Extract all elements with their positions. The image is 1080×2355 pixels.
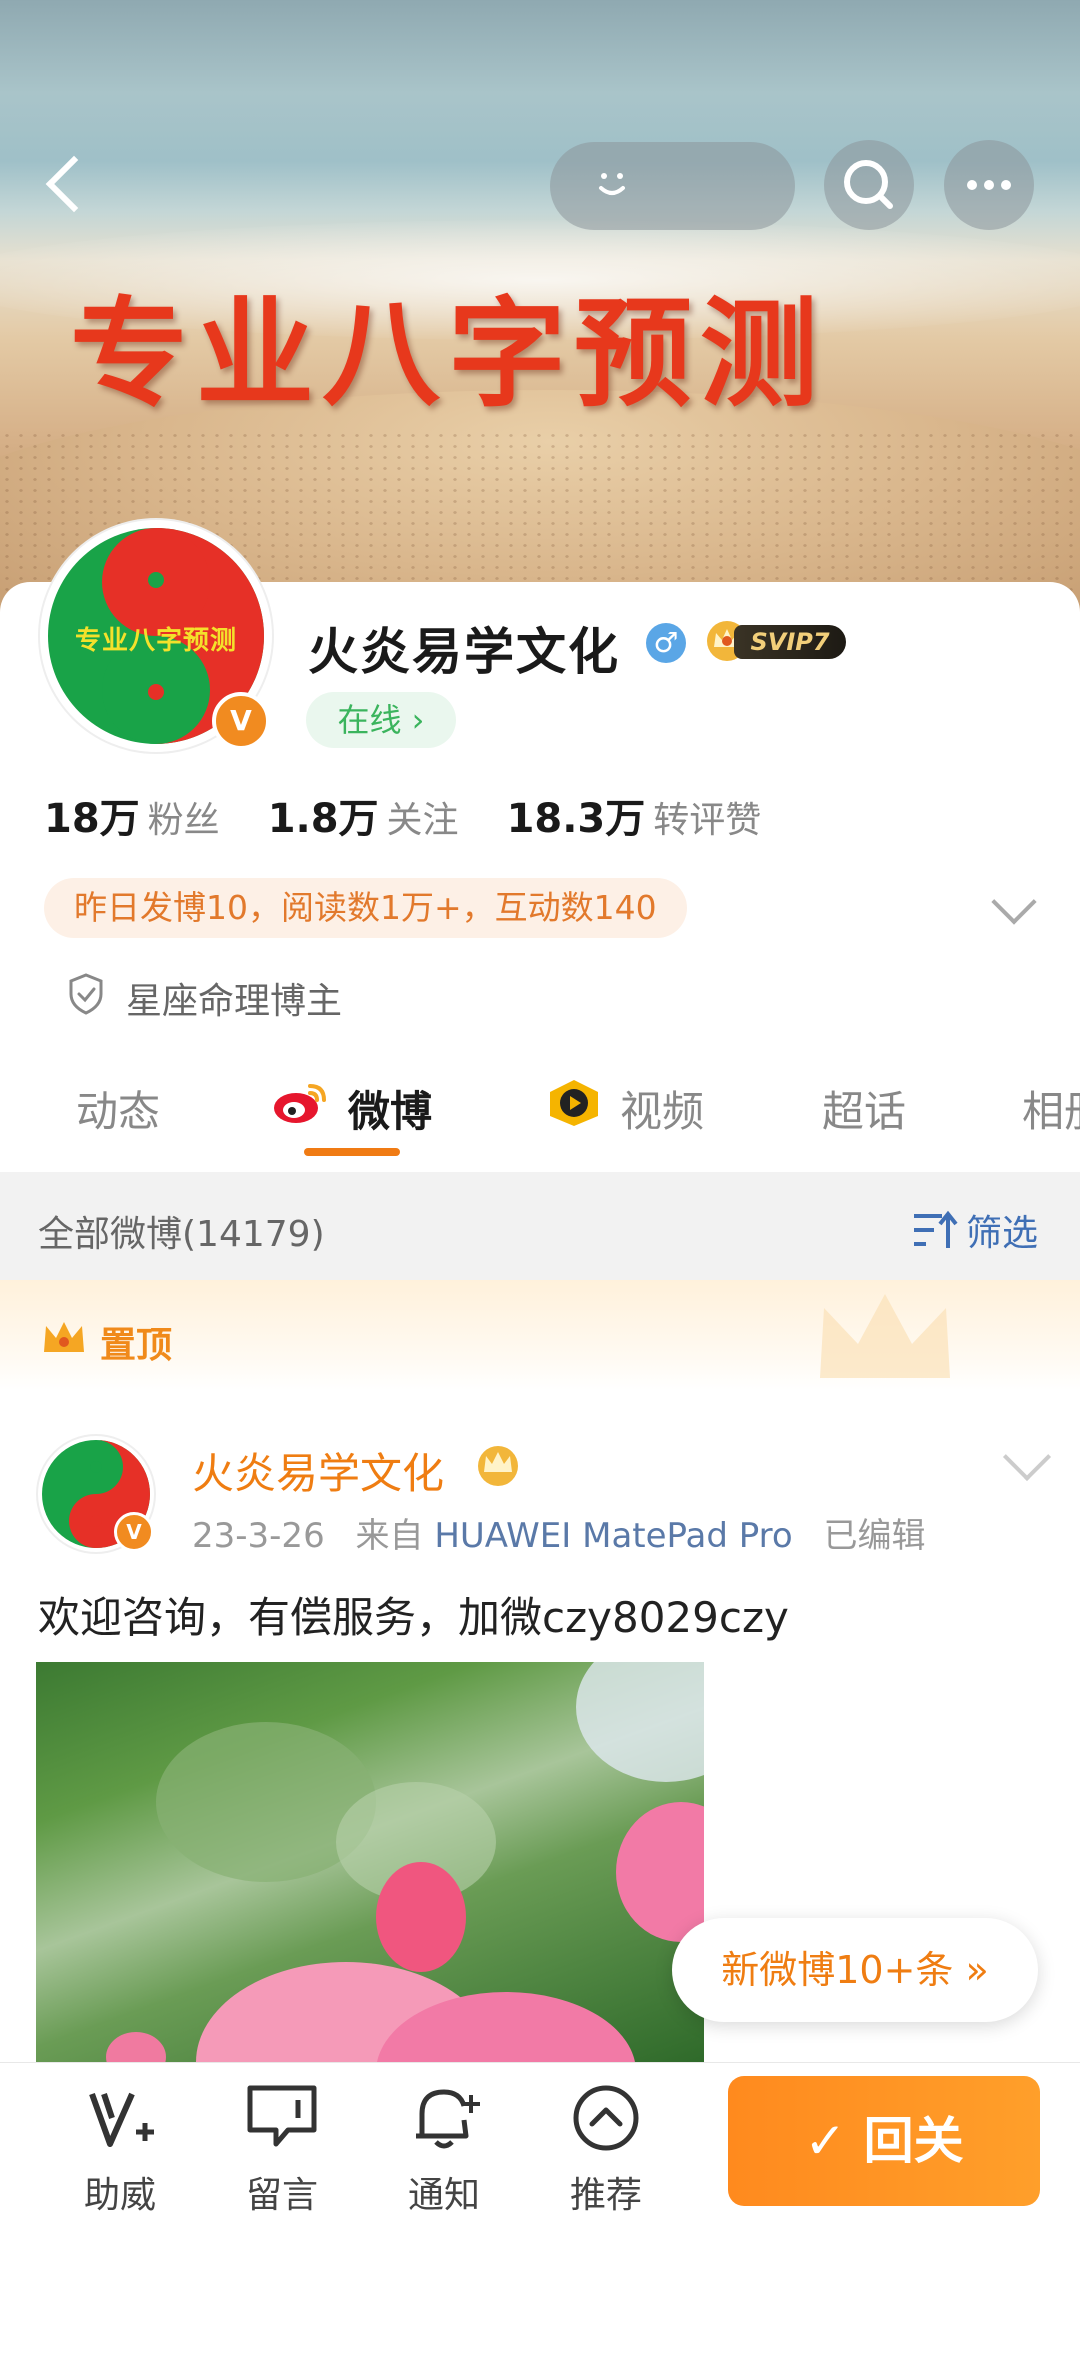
online-status-chip[interactable]: 在线 › xyxy=(306,692,456,748)
tab-album[interactable]: 相册 xyxy=(1022,1078,1080,1139)
post-source-prefix: 来自 xyxy=(355,1516,424,1556)
message-label: 留言 xyxy=(245,2175,318,2216)
notify-button[interactable]: 通知 xyxy=(379,2078,509,2218)
follow-back-button[interactable]: ✓ 回关 xyxy=(728,2076,1040,2206)
recommend-button[interactable]: 推荐 xyxy=(541,2078,671,2218)
all-posts-count: 全部微博(14179) xyxy=(38,1214,325,1255)
message-icon xyxy=(247,2085,317,2147)
post-device[interactable]: HUAWEI MatePad Pro xyxy=(434,1516,792,1556)
activity-summary-chip[interactable]: 昨日发博10，阅读数1万+，互动数140 xyxy=(44,878,687,938)
v-plus-icon xyxy=(89,2092,154,2147)
male-icon: ♂ xyxy=(646,623,686,663)
post-date: 23-3-26 xyxy=(192,1516,325,1556)
tab-super-topic[interactable]: 超话 xyxy=(822,1078,906,1139)
back-arrow-icon xyxy=(45,155,103,213)
profile-name: 火炎易学文化 xyxy=(308,623,620,681)
engagement-stat[interactable]: 18.3万 转评赞 xyxy=(507,796,810,842)
weibo-logo-icon xyxy=(274,1084,326,1123)
more-dots-icon xyxy=(967,180,1011,190)
crown-watermark-icon xyxy=(820,1294,950,1378)
notify-label: 通知 xyxy=(407,2175,480,2216)
tab-dynamic[interactable]: 动态 xyxy=(76,1078,160,1139)
message-button[interactable]: 留言 xyxy=(217,2078,347,2218)
svip-label: SVIP7 xyxy=(734,625,846,659)
top-search-pill[interactable] xyxy=(550,142,795,230)
active-tab-indicator xyxy=(304,1148,400,1156)
more-button[interactable] xyxy=(944,140,1034,230)
tab-weibo[interactable]: 微博 xyxy=(348,1078,432,1139)
post-image-roses[interactable] xyxy=(36,1662,704,2062)
pinned-label: 置顶 xyxy=(100,1325,173,1366)
chevron-up-circle-icon xyxy=(573,2085,639,2151)
filter-sort-icon xyxy=(914,1210,958,1248)
smile-icon xyxy=(599,173,625,195)
post-meta: 23-3-26 来自 HUAWEI MatePad Pro 已编辑 xyxy=(192,1508,926,1557)
back-button[interactable] xyxy=(24,150,103,222)
new-posts-toast[interactable]: 新微博10+条 » xyxy=(672,1918,1038,2022)
shield-icon xyxy=(69,973,103,1015)
profile-category-tag: 星座命理博主 xyxy=(126,981,343,1022)
cheer-button[interactable]: 助威 xyxy=(55,2078,185,2218)
vip-crown-icon xyxy=(478,1446,518,1486)
search-button[interactable] xyxy=(824,140,914,230)
post-edited-label: 已编辑 xyxy=(823,1516,926,1556)
video-play-icon xyxy=(550,1080,598,1126)
verified-badge-icon: V xyxy=(212,692,270,750)
search-icon xyxy=(844,160,893,209)
svip-badge[interactable]: SVIP7 xyxy=(700,617,850,665)
avatar-logo-text: 专业八字预测 xyxy=(74,626,237,656)
bell-plus-icon xyxy=(416,2089,480,2149)
crown-icon xyxy=(44,1322,84,1352)
filter-button[interactable]: 筛选 xyxy=(966,1204,1038,1256)
tab-video[interactable]: 视频 xyxy=(620,1078,704,1139)
followers-stat[interactable]: 18万 粉丝 xyxy=(44,796,268,842)
cheer-label: 助威 xyxy=(83,2175,156,2216)
profile-stats: 18万 粉丝 1.8万 关注 18.3万 转评赞 xyxy=(44,786,809,844)
post-verified-badge-icon: V xyxy=(114,1512,154,1552)
recommend-label: 推荐 xyxy=(569,2175,642,2216)
post-text: 欢迎咨询，有偿服务，加微czy8029czy xyxy=(38,1593,789,1642)
banner-title: 专业八字预测 xyxy=(70,285,827,423)
following-stat[interactable]: 1.8万 关注 xyxy=(268,796,507,842)
post-author-name[interactable]: 火炎易学文化 xyxy=(192,1440,444,1501)
